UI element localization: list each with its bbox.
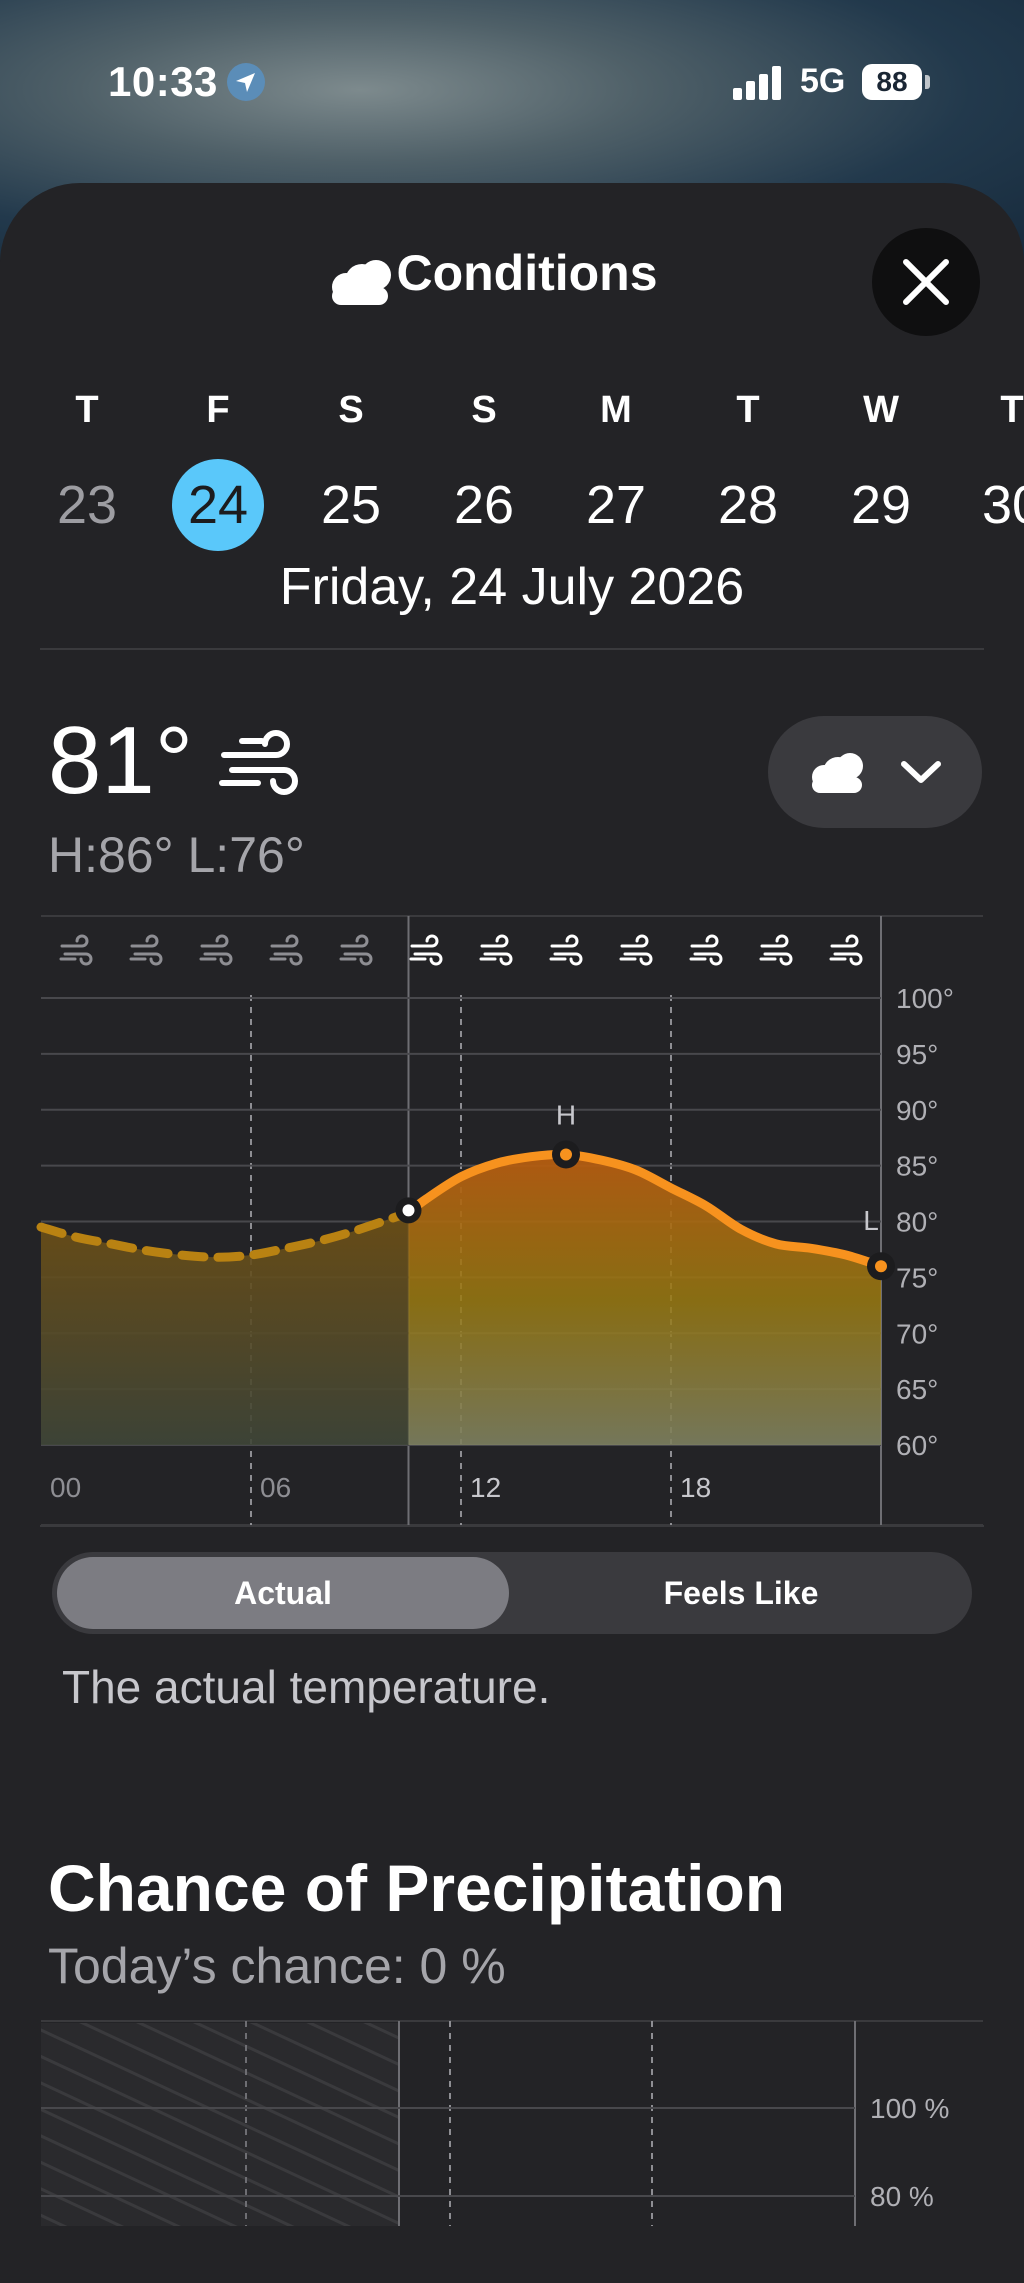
location-arrow-icon bbox=[227, 63, 265, 101]
battery-indicator: 88 bbox=[862, 64, 922, 100]
status-bar: 10:33 5G 88 bbox=[0, 0, 1024, 170]
day-letter: M bbox=[600, 389, 632, 431]
chevron-down-icon bbox=[901, 761, 941, 783]
precipitation-title: Chance of Precipitation bbox=[48, 1851, 786, 1925]
network-type: 5G bbox=[800, 62, 846, 100]
precipitation-subtitle: Today’s chance: 0 % bbox=[48, 1938, 506, 1994]
cloud-icon bbox=[812, 753, 863, 793]
close-button[interactable] bbox=[872, 228, 980, 336]
day-letter: W bbox=[863, 389, 899, 431]
divider bbox=[40, 648, 984, 650]
day-item-27[interactable]: M 27 bbox=[566, 385, 666, 551]
day-number: 24 bbox=[172, 459, 264, 551]
signal-bars-icon bbox=[733, 66, 781, 100]
day-item-24[interactable]: F 24 bbox=[168, 385, 268, 551]
status-time: 10:33 bbox=[108, 58, 218, 105]
current-temperature: 81° bbox=[48, 707, 194, 814]
day-item-23[interactable]: T 23 bbox=[37, 385, 137, 551]
day-letter: T bbox=[75, 389, 99, 431]
wind-icon bbox=[219, 730, 298, 795]
day-item-25[interactable]: S 25 bbox=[301, 385, 401, 551]
day-item-28[interactable]: T 28 bbox=[698, 385, 798, 551]
condition-type-dropdown[interactable] bbox=[768, 716, 982, 828]
actual-feels-like-toggle: Actual Feels Like bbox=[52, 1552, 972, 1634]
day-letter: S bbox=[471, 389, 497, 431]
day-number: 27 bbox=[585, 475, 647, 535]
day-number: 25 bbox=[320, 475, 382, 535]
sheet-title: Conditions bbox=[0, 244, 1024, 302]
day-number: 30 bbox=[981, 475, 1024, 535]
day-number: 26 bbox=[453, 475, 515, 535]
close-icon bbox=[903, 259, 949, 305]
day-number: 23 bbox=[56, 475, 118, 535]
day-item-30[interactable]: T 30 bbox=[962, 385, 1024, 551]
battery-tip bbox=[925, 75, 930, 89]
segment-actual[interactable]: Actual bbox=[57, 1557, 509, 1629]
segment-feels-like[interactable]: Feels Like bbox=[515, 1557, 967, 1629]
day-letter: T bbox=[736, 389, 760, 431]
high-low-temperature: H:86° L:76° bbox=[48, 827, 305, 883]
day-letter: T bbox=[1000, 389, 1024, 431]
day-number: 28 bbox=[717, 475, 779, 535]
day-letter: S bbox=[338, 389, 364, 431]
day-item-29[interactable]: W 29 bbox=[831, 385, 931, 551]
selected-date: Friday, 24 July 2026 bbox=[279, 558, 745, 616]
day-item-26[interactable]: S 26 bbox=[434, 385, 534, 551]
day-letter: F bbox=[206, 389, 230, 431]
sheet-title-text: Conditions bbox=[396, 245, 658, 301]
temperature-description: The actual temperature. bbox=[62, 1661, 551, 1713]
divider bbox=[40, 1525, 984, 1527]
day-number: 29 bbox=[850, 475, 912, 535]
day-picker: T 23 F 24 S 25 S 26 M 27 T 28 W 29 T 30 bbox=[0, 385, 1024, 551]
